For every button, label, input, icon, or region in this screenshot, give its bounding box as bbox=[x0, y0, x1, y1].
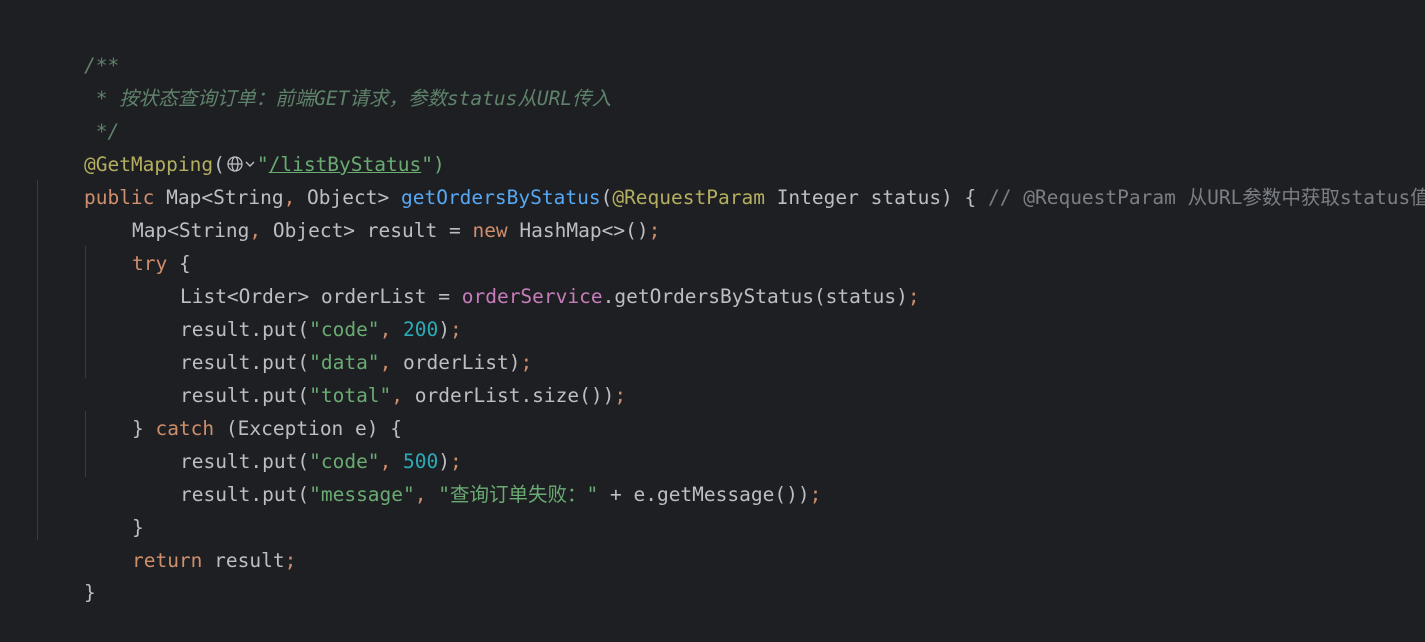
code-line-16[interactable]: return result; bbox=[85, 511, 296, 572]
hashmap-ctor: HashMap<>() bbox=[507, 219, 649, 242]
code-line-4[interactable]: @GetMapping( "/listByStatus") bbox=[37, 115, 445, 176]
code-line-5[interactable]: public Map<String, Object> getOrdersBySt… bbox=[37, 148, 1425, 209]
doc-comment-text: * 按状态查询订单：前端GET请求，参数status从URL传入 bbox=[83, 87, 612, 110]
code-line-14[interactable]: result.put("message", "查询订单失败：" + e.getM… bbox=[133, 445, 821, 506]
semicolon: ; bbox=[648, 219, 661, 242]
semicolon: ; bbox=[284, 549, 297, 572]
value-expr: + e.getMessage()) bbox=[598, 483, 810, 506]
result-decl-2: Object> result = bbox=[261, 219, 473, 242]
code-line-12[interactable]: } catch (Exception e) { bbox=[85, 379, 402, 440]
service-call: .getOrdersByStatus(status) bbox=[602, 285, 908, 308]
code-line-2[interactable]: * 按状态查询订单：前端GET请求，参数status从URL传入 bbox=[37, 49, 611, 110]
brace-close: } bbox=[83, 581, 96, 604]
comma: , bbox=[249, 219, 262, 242]
return-value: result bbox=[202, 549, 285, 572]
code-line-3[interactable]: */ bbox=[37, 82, 120, 143]
code-line-6[interactable]: Map<String, Object> result = new HashMap… bbox=[85, 181, 660, 242]
code-line-11[interactable]: result.put("total", orderList.size()); bbox=[133, 346, 626, 407]
key-string: "message" bbox=[309, 483, 415, 506]
semicolon: ; bbox=[907, 285, 920, 308]
value-expr: orderList.size()) bbox=[414, 384, 615, 407]
put-call: result.put( bbox=[179, 483, 310, 506]
code-line-1[interactable]: /** bbox=[37, 16, 119, 77]
method-params: Integer status) { bbox=[764, 186, 989, 209]
code-line-10[interactable]: result.put("data", orderList); bbox=[133, 313, 532, 374]
code-line-15[interactable]: } bbox=[85, 478, 144, 539]
code-line-7[interactable]: try { bbox=[85, 214, 191, 275]
return-keyword: return bbox=[131, 549, 203, 572]
comma: , bbox=[414, 483, 439, 506]
code-line-17[interactable]: } bbox=[37, 543, 96, 604]
new-keyword: new bbox=[472, 219, 508, 242]
semicolon: ; bbox=[614, 384, 627, 407]
line-comment: // @RequestParam 从URL参数中获取status值 bbox=[988, 186, 1425, 209]
code-line-13[interactable]: result.put("code", 500); bbox=[133, 412, 462, 473]
semicolon: ; bbox=[809, 483, 822, 506]
message-string: "查询订单失败：" bbox=[438, 483, 599, 506]
order-service-field: orderService bbox=[461, 285, 603, 308]
code-editor[interactable]: /** * 按状态查询订单：前端GET请求，参数status从URL传入 */ … bbox=[0, 0, 1425, 604]
code-line-9[interactable]: result.put("code", 200); bbox=[133, 280, 462, 341]
code-line-8[interactable]: List<Order> orderList = orderService.get… bbox=[133, 247, 920, 308]
